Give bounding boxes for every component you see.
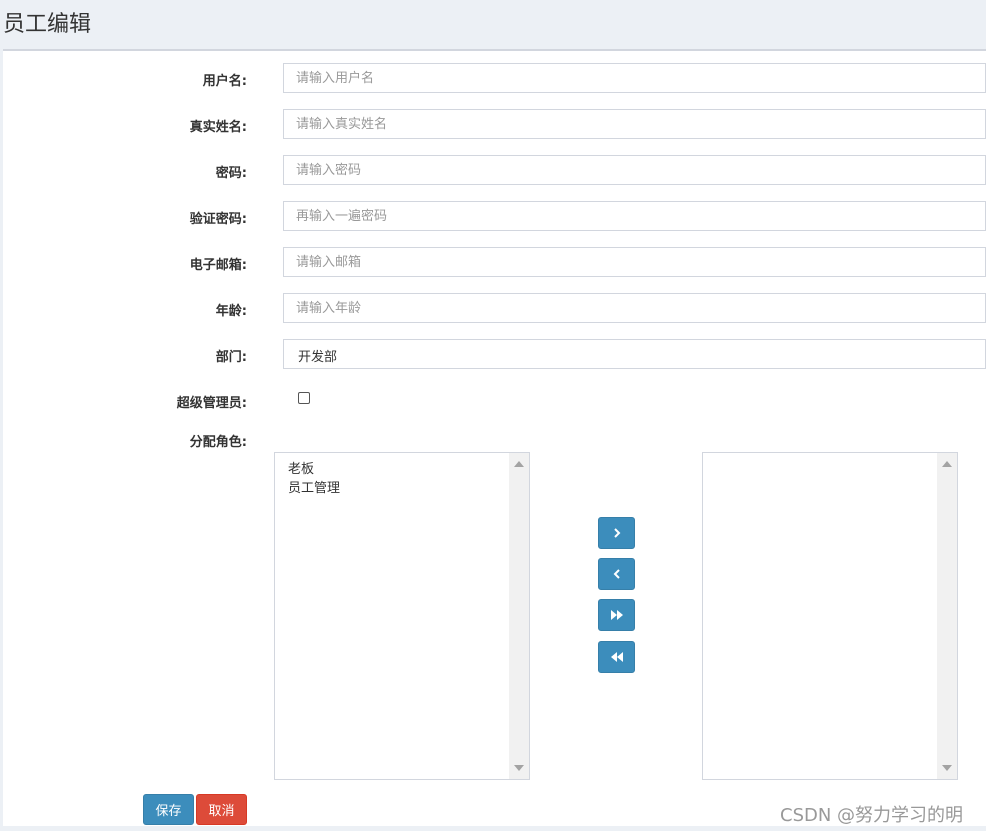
available-roles-list[interactable]: 老板 员工管理 xyxy=(274,452,530,780)
department-label: 部门: xyxy=(215,350,247,365)
move-left-button[interactable] xyxy=(598,558,635,590)
scroll-up-icon[interactable] xyxy=(942,461,952,467)
scroll-up-icon[interactable] xyxy=(514,461,524,467)
realname-label: 真实姓名: xyxy=(189,120,247,135)
double-forward-icon xyxy=(610,610,623,620)
save-button[interactable]: 保存 xyxy=(143,794,194,825)
scroll-down-icon[interactable] xyxy=(942,765,952,771)
scrollbar[interactable] xyxy=(937,453,957,779)
cancel-button[interactable]: 取消 xyxy=(196,794,247,825)
chevron-right-icon xyxy=(613,528,620,538)
super-admin-checkbox[interactable] xyxy=(298,392,310,404)
confirm-password-input[interactable] xyxy=(283,201,986,231)
move-all-right-button[interactable] xyxy=(598,599,635,631)
move-all-left-button[interactable] xyxy=(598,641,635,673)
list-item[interactable]: 老板 xyxy=(288,460,340,479)
double-backward-icon xyxy=(610,652,623,662)
username-input[interactable] xyxy=(283,63,986,93)
password-input[interactable] xyxy=(283,155,986,185)
page-title: 员工编辑 xyxy=(3,12,92,37)
list-item[interactable]: 员工管理 xyxy=(288,479,340,498)
selected-roles-list[interactable] xyxy=(702,452,958,780)
age-input[interactable] xyxy=(283,293,986,323)
password-label: 密码: xyxy=(215,166,247,181)
employee-edit-form: 用户名: 真实姓名: 密码: 验证密码: 电子邮箱: 年龄: 部门: 开发部 超… xyxy=(3,49,986,826)
department-select[interactable]: 开发部 xyxy=(283,339,986,369)
email-label: 电子邮箱: xyxy=(189,258,247,273)
watermark: CSDN @努力学习的明 xyxy=(780,805,964,826)
username-label: 用户名: xyxy=(202,74,247,89)
age-label: 年龄: xyxy=(215,304,247,319)
scrollbar[interactable] xyxy=(509,453,529,779)
move-right-button[interactable] xyxy=(598,517,635,549)
department-value: 开发部 xyxy=(298,350,338,365)
chevron-left-icon xyxy=(613,569,620,579)
realname-input[interactable] xyxy=(283,109,986,139)
roles-label: 分配角色: xyxy=(189,435,247,450)
scroll-down-icon[interactable] xyxy=(514,765,524,771)
super-admin-label: 超级管理员: xyxy=(176,396,247,411)
confirm-password-label: 验证密码: xyxy=(189,212,247,227)
email-input[interactable] xyxy=(283,247,986,277)
page-header: 员工编辑 xyxy=(0,0,986,48)
